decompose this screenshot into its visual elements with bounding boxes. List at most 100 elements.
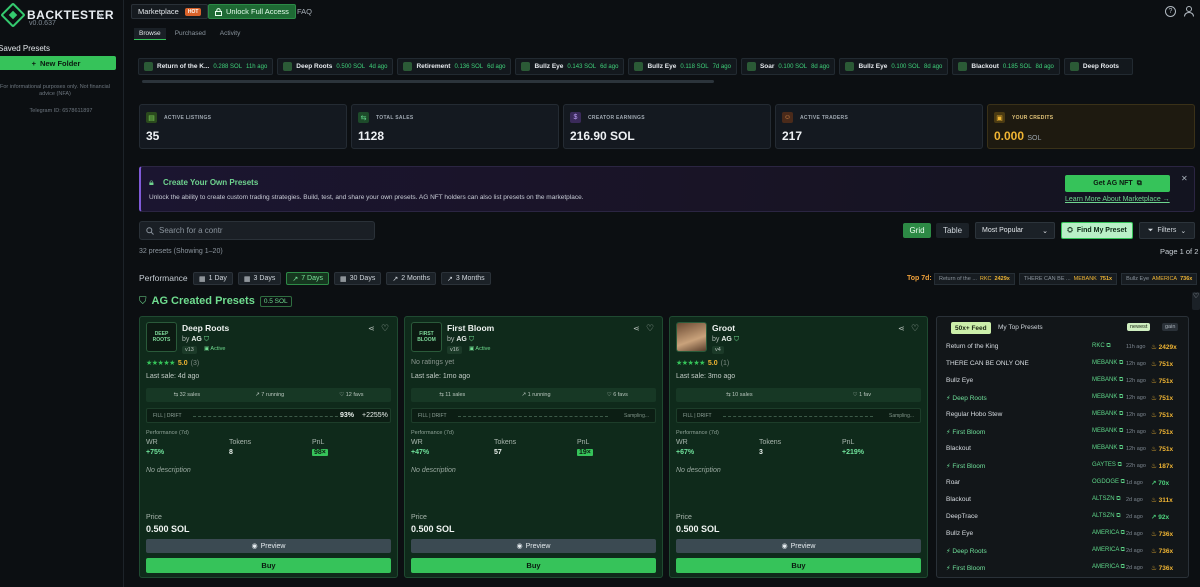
favorite-icon[interactable]: ♡: [381, 323, 389, 334]
pnl-text: +219%: [842, 449, 864, 456]
ticker-item[interactable]: Deep Roots 0.500 SOL 4d ago: [277, 58, 394, 75]
feed-user[interactable]: MEBANK ⧉: [1092, 428, 1123, 435]
perf-tab[interactable]: ↗ 3 Months: [441, 272, 491, 285]
feed-user[interactable]: ALTSZN ⧉: [1092, 513, 1121, 520]
new-folder-button[interactable]: + New Folder: [0, 56, 116, 70]
ticker-item[interactable]: Bullz Eye 0.118 SOL 7d ago: [628, 58, 737, 75]
feed-user[interactable]: AMERICA ⧉: [1092, 547, 1125, 554]
favorite-icon[interactable]: ♡: [911, 323, 919, 334]
user-icon[interactable]: [1183, 5, 1195, 17]
fill-label: FILL | DRIFT: [683, 413, 712, 419]
feed-user[interactable]: RKC ⧉: [1092, 343, 1111, 350]
ticker-item[interactable]: Return of the K... 0.288 SOL 11h ago: [138, 58, 274, 75]
preset-card[interactable]: Groot by AG ⛉ v4 ⋖ ♡ ★★★★★ 5.0 (1) Last sale: 3m…: [669, 316, 928, 578]
tab-faq[interactable]: FAQ: [297, 7, 312, 16]
calendar-icon: ↗: [447, 275, 453, 283]
feed-user[interactable]: MEBANK ⧉: [1092, 394, 1123, 401]
feed-row[interactable]: ⚡︎ First Bloom GAYTES ⧉ 22h ago ♨ 187x: [946, 457, 1184, 474]
feed-row[interactable]: THERE CAN BE ONLY ONE MEBANK ⧉ 12h ago ♨ 75…: [946, 355, 1184, 372]
author-name[interactable]: AG: [456, 336, 467, 343]
perf-tab[interactable]: ▦ 1 Day: [193, 272, 233, 285]
feed-row[interactable]: ⚡︎ Deep Roots AMERICA ⧉ 2d ago ♨ 736x: [946, 542, 1184, 559]
ticker-item[interactable]: Soar 0.100 SOL 8d ago: [740, 58, 836, 75]
ticker-item[interactable]: Bullz Eye 0.100 SOL 8d ago: [839, 58, 949, 75]
feed-row[interactable]: ⚡︎ First Bloom AMERICA ⧉ 2d ago ♨ 736x: [946, 559, 1184, 576]
author-name[interactable]: AG: [191, 336, 202, 343]
share-icon[interactable]: ⋖: [633, 324, 640, 333]
feed-row[interactable]: Blackout MEBANK ⧉ 12h ago ♨ 751x: [946, 440, 1184, 457]
preview-button[interactable]: ◉ Preview: [676, 539, 921, 553]
tab-50x-feed[interactable]: 50x+ Feed: [951, 322, 991, 334]
filters-button[interactable]: ⏷ Filters ⌄: [1139, 222, 1195, 239]
sort-gain[interactable]: gain: [1162, 323, 1179, 331]
tab-marketplace[interactable]: Marketplace HOT: [131, 4, 209, 19]
feed-row[interactable]: Regular Hobo Stew MEBANK ⧉ 12h ago ♨ 751x: [946, 406, 1184, 423]
feed-user[interactable]: MEBANK ⧉: [1092, 445, 1123, 452]
unlock-full-access-button[interactable]: Unlock Full Access: [208, 4, 296, 19]
feed-user[interactable]: OGDOGE ⧉: [1092, 479, 1125, 486]
grid-view-button[interactable]: Grid: [903, 223, 931, 238]
subtab-browse[interactable]: Browse: [134, 28, 166, 40]
feed-row[interactable]: DeepTrace ALTSZN ⧉ 2d ago ↗ 92x: [946, 508, 1184, 525]
share-icon[interactable]: ⋖: [898, 324, 905, 333]
stat-label: TOTAL SALES: [376, 115, 414, 121]
top-7d-chip[interactable]: Bullz Eye AMERICA 736x: [1121, 273, 1198, 285]
feed-row[interactable]: Bullz Eye MEBANK ⧉ 12h ago ♨ 751x: [946, 372, 1184, 389]
feed-row[interactable]: Bullz Eye AMERICA ⧉ 2d ago ♨ 736x: [946, 525, 1184, 542]
buy-button[interactable]: Buy: [676, 558, 921, 573]
ticker-item[interactable]: Blackout 0.185 SOL 8d ago: [952, 58, 1060, 75]
buy-button[interactable]: Buy: [146, 558, 391, 573]
ticker-item[interactable]: Deep Roots: [1063, 58, 1134, 75]
feed-user[interactable]: AMERICA ⧉: [1092, 530, 1125, 537]
sort-newest[interactable]: newest: [1127, 323, 1151, 331]
favorites-icon[interactable]: ♡: [1192, 292, 1200, 310]
get-ag-nft-button[interactable]: Get AG NFT ⧉: [1065, 175, 1170, 192]
feed-time: 2d ago: [1126, 564, 1143, 571]
favorite-icon[interactable]: ♡: [646, 323, 654, 334]
preview-button[interactable]: ◉ Preview: [411, 539, 656, 553]
perf-tab[interactable]: ▦ 30 Days: [334, 272, 382, 285]
feed-row[interactable]: Blackout ALTSZN ⧉ 2d ago ♨ 311x: [946, 491, 1184, 508]
feed-row[interactable]: ⚡︎ First Bloom MEBANK ⧉ 12h ago ♨ 751x: [946, 423, 1184, 440]
share-icon[interactable]: ⋖: [368, 324, 375, 333]
preset-name[interactable]: First Bloom: [447, 323, 494, 333]
ticker-item[interactable]: Retirement 0.136 SOL 6d ago: [397, 58, 512, 75]
ticker-item[interactable]: Bullz Eye 0.143 SOL 6d ago: [515, 58, 625, 75]
subtab-purchased[interactable]: Purchased: [170, 28, 211, 40]
perf-tab[interactable]: ↗ 2 Months: [386, 272, 436, 285]
collapse-sidebar-icon[interactable]: «: [97, 10, 103, 21]
preview-button[interactable]: ◉ Preview: [146, 539, 391, 553]
buy-button[interactable]: Buy: [411, 558, 656, 573]
subtab-activity[interactable]: Activity: [215, 28, 246, 40]
preset-name[interactable]: Deep Roots: [182, 323, 229, 333]
feed-user[interactable]: MEBANK ⧉: [1092, 360, 1123, 367]
top-7d-chip[interactable]: THERE CAN BE ... MEBANK 751x: [1018, 273, 1118, 285]
feed-user[interactable]: MEBANK ⧉: [1092, 411, 1123, 418]
feed-name-text: First Bloom: [952, 564, 986, 572]
learn-more-link[interactable]: Learn More About Marketplace →: [1065, 196, 1170, 203]
preset-card[interactable]: FIRST BLOOM First Bloom by AG ⛉ v16 ▣ Active…: [404, 316, 663, 578]
perf-tab[interactable]: ▦ 3 Days: [237, 272, 282, 285]
search-input[interactable]: [159, 226, 359, 235]
sort-select[interactable]: Most Popular ⌄: [975, 222, 1055, 239]
ticker-scrollbar[interactable]: [142, 80, 714, 83]
close-icon[interactable]: ✕: [1181, 174, 1188, 183]
feed-row[interactable]: ⚡︎ Deep Roots MEBANK ⧉ 12h ago ♨ 751x: [946, 389, 1184, 406]
author-name[interactable]: AG: [721, 336, 732, 343]
help-icon[interactable]: ?: [1165, 6, 1176, 17]
tab-my-top-presets[interactable]: My Top Presets: [998, 324, 1043, 331]
feed-row[interactable]: Roar OGDOGE ⧉ 1d ago ↗ 70x: [946, 474, 1184, 491]
feed-user[interactable]: MEBANK ⧉: [1092, 377, 1123, 384]
feed-user[interactable]: GAYTES ⧉: [1092, 462, 1122, 469]
preset-name[interactable]: Groot: [712, 323, 735, 333]
feed-user[interactable]: AMERICA ⧉: [1092, 564, 1125, 571]
feed-row[interactable]: Return of the King RKC ⧉ 11h ago ♨ 2429x: [946, 338, 1184, 355]
eye-icon: ◉: [251, 543, 258, 550]
top-7d-chip[interactable]: Return of the ... RKC 2429x: [934, 273, 1015, 285]
table-view-button[interactable]: Table: [936, 223, 969, 238]
perf-tab[interactable]: ↗ 7 Days: [286, 272, 330, 285]
feed-user[interactable]: ALTSZN ⧉: [1092, 496, 1121, 503]
find-my-preset-button[interactable]: ⛭ Find My Preset: [1061, 222, 1133, 239]
preset-card[interactable]: DEEP ROOTS Deep Roots by AG ⛉ v13 ▣ Active ⋖ ♡…: [139, 316, 398, 578]
tab-marketplace-label: Marketplace: [138, 7, 179, 16]
